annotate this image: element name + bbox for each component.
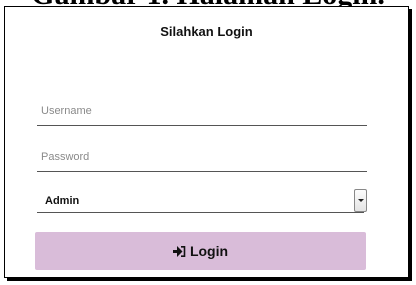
username-field-wrapper — [37, 101, 367, 126]
sign-in-icon — [172, 245, 186, 257]
login-title: Silahkan Login — [160, 24, 253, 39]
password-field-wrapper — [37, 147, 367, 172]
chevron-down-icon[interactable] — [354, 189, 367, 212]
role-select-value: Admin — [45, 195, 80, 207]
login-card: Silahkan Login Admin Login — [4, 6, 409, 278]
login-button[interactable]: Login — [35, 232, 366, 270]
username-input[interactable] — [37, 105, 367, 125]
role-select[interactable]: Admin — [37, 187, 367, 213]
login-button-label: Login — [189, 243, 229, 259]
password-input[interactable] — [37, 151, 367, 171]
